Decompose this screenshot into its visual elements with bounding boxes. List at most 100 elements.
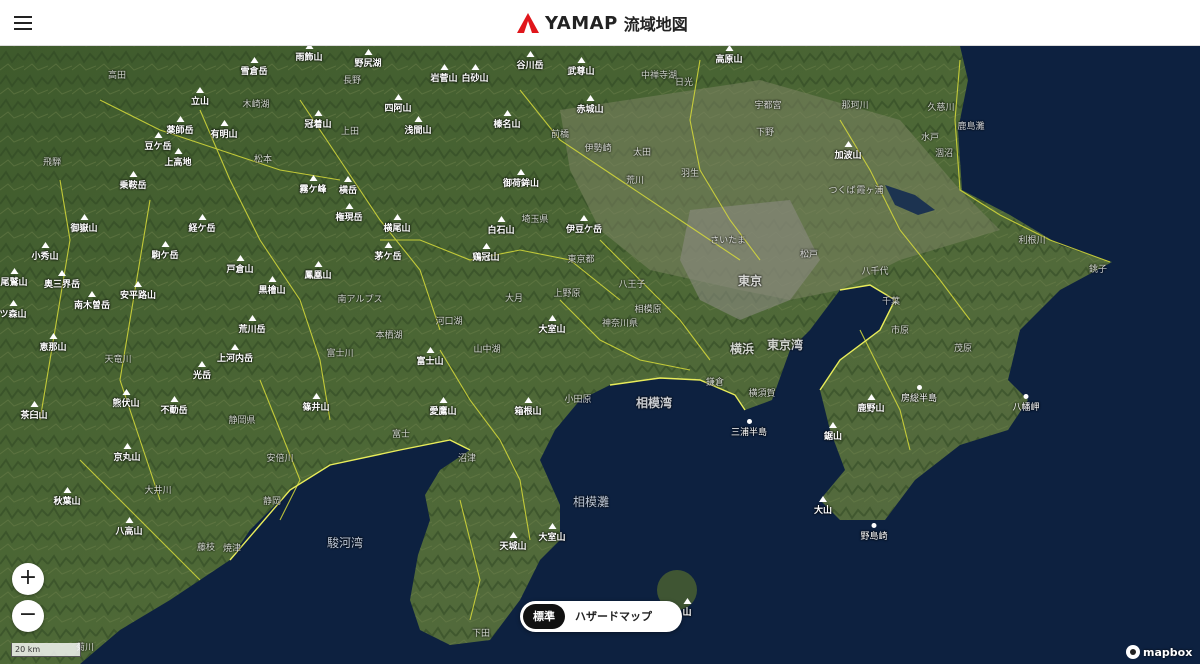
peak-label[interactable]: 恵那山 (39, 333, 67, 353)
peak-name: 上高地 (164, 158, 192, 168)
peak-name: 奥三界岳 (43, 280, 81, 290)
peak-marker-icon (363, 49, 372, 55)
mapbox-attribution[interactable]: mapbox (1126, 645, 1192, 659)
peak-label[interactable]: 榛名山 (493, 110, 521, 130)
peak-marker-icon (153, 132, 162, 138)
place-label: 上田 (341, 124, 359, 137)
peak-label[interactable]: 山 (682, 598, 692, 618)
place-name: 宇都宮 (754, 101, 782, 111)
peak-label[interactable]: 大室山 (538, 523, 566, 543)
hazard-map-tab[interactable]: ハザードマップ (565, 604, 662, 629)
peak-label[interactable]: 京丸山 (113, 443, 141, 463)
peak-label[interactable]: 安平路山 (120, 281, 156, 301)
peak-label[interactable]: 駒ケ岳 (151, 241, 179, 261)
place-label: 横須賀 (748, 386, 775, 399)
peak-label[interactable]: 立山 (191, 87, 209, 107)
peak-label[interactable]: 富士山 (416, 347, 444, 367)
place-label: 八王子 (618, 277, 645, 290)
peak-label[interactable]: 大山 (814, 496, 832, 516)
peak-label[interactable]: 白石山 (487, 216, 515, 236)
peak-label[interactable]: 有明山 (210, 120, 238, 140)
peak-label[interactable]: 加波山 (834, 141, 862, 161)
peak-label[interactable]: 冠着山 (304, 110, 332, 130)
peak-marker-icon (392, 214, 401, 220)
peak-marker-icon (682, 598, 691, 604)
zoom-in-button[interactable]: + (12, 563, 44, 595)
peak-label[interactable]: 光岳 (193, 361, 211, 381)
place-name: 市原 (890, 326, 910, 336)
peak-label[interactable]: 伊豆ケ岳 (566, 215, 602, 235)
peak-label[interactable]: 熊伏山 (112, 389, 140, 409)
map-canvas[interactable]: 高田 長野 中禅寺湖 日光 木崎湖 那珂川 久慈川 宇都宮 上田 前橋 下野 鹿島灘 水戸 伊勢崎 涸沼 太田… (0, 46, 1200, 664)
place-name: 長野 (342, 76, 362, 86)
place-name: 山中湖 (473, 345, 501, 355)
peak-label[interactable]: 愛鷹山 (429, 397, 457, 417)
peak-label[interactable]: 高原山 (715, 46, 743, 65)
peak-label[interactable]: 谷川岳 (516, 51, 544, 71)
place-label: 安倍川 (266, 451, 293, 464)
peak-marker-icon (313, 110, 322, 116)
peak-label[interactable]: 横岳 (339, 176, 357, 196)
peak-label[interactable]: 鶏冠山 (472, 243, 500, 263)
peak-marker-icon (124, 517, 133, 523)
peak-label[interactable]: ツ森山 (0, 300, 27, 320)
peak-label[interactable]: 秋葉山 (53, 487, 81, 507)
standard-map-tab[interactable]: 標準 (523, 604, 565, 629)
peak-label[interactable]: 箱根山 (514, 397, 542, 417)
brand-logo[interactable]: YAMAP 流域地図 (517, 10, 688, 36)
peak-label[interactable]: 岩菅山 (430, 64, 458, 84)
peak-label[interactable]: 黒檜山 (258, 276, 286, 296)
peak-label[interactable]: 鋸山 (824, 422, 842, 442)
peak-label[interactable]: 乗鞍岳 (119, 171, 147, 191)
peak-label[interactable]: 戸倉山 (226, 255, 254, 275)
place-label: 久慈川 (927, 100, 954, 113)
peak-label[interactable]: 荒川岳 (238, 315, 266, 335)
peak-label[interactable]: 上高地 (164, 148, 192, 168)
peak-marker-icon (304, 46, 313, 49)
hamburger-menu-icon[interactable] (12, 12, 34, 34)
peak-label[interactable]: 南木曽岳 (74, 291, 110, 311)
place-name: 下田 (471, 629, 491, 639)
peak-label[interactable]: 赤城山 (576, 95, 604, 115)
peak-label[interactable]: 権現岳 (335, 203, 363, 223)
peak-label[interactable]: 不動岳 (160, 396, 188, 416)
peak-label[interactable]: 尾鷲山 (0, 268, 28, 288)
peak-label[interactable]: 茅ケ岳 (374, 242, 402, 262)
peak-label[interactable]: 御嶽山 (70, 214, 98, 234)
yamap-mountain-logo-icon (517, 13, 539, 33)
place-name: 大井川 (144, 486, 172, 496)
peak-label[interactable]: 横尾山 (383, 214, 411, 234)
place-label: 飛騨 (43, 155, 61, 168)
place-name: 沼津 (457, 454, 477, 464)
peak-label[interactable]: 野尻湖 (354, 49, 382, 69)
peak-label[interactable]: 八高山 (115, 517, 143, 537)
peak-name: 谷川岳 (516, 61, 544, 71)
peak-label[interactable]: 霧ケ峰 (299, 175, 327, 195)
peak-label[interactable]: 浅間山 (404, 116, 432, 136)
peak-label[interactable]: 御荷鉾山 (503, 169, 539, 189)
peak-label[interactable]: 上河内岳 (217, 344, 253, 364)
peak-marker-icon (724, 46, 733, 51)
peak-label[interactable]: 武尊山 (567, 57, 595, 77)
peak-label[interactable]: 天城山 (499, 532, 527, 552)
peak-label[interactable]: 経ケ岳 (188, 214, 216, 234)
peak-label[interactable]: 鹿野山 (857, 394, 885, 414)
peak-label[interactable]: 白砂山 (461, 64, 489, 84)
place-name: 東京湾 (766, 338, 804, 352)
point-label: 三浦半島 (731, 419, 767, 438)
peak-name: 山 (682, 608, 692, 618)
peak-label[interactable]: 四阿山 (384, 94, 412, 114)
peak-name: 岩菅山 (430, 74, 458, 84)
place-label: 小田原 (564, 392, 591, 405)
peak-label[interactable]: 篠井山 (302, 393, 330, 413)
zoom-out-button[interactable]: − (12, 600, 44, 632)
peak-label[interactable]: 茶臼山 (20, 401, 48, 421)
peak-label[interactable]: 鳳凰山 (304, 261, 332, 281)
peak-label[interactable]: 雪倉岳 (240, 57, 268, 77)
peak-label[interactable]: 雨飾山 (295, 46, 323, 63)
peak-label[interactable]: 大室山 (538, 315, 566, 335)
peak-name: 愛鷹山 (429, 407, 457, 417)
peak-name: 浅間山 (404, 126, 432, 136)
peak-label[interactable]: 奥三界岳 (44, 270, 80, 290)
peak-label[interactable]: 小秀山 (31, 242, 59, 262)
